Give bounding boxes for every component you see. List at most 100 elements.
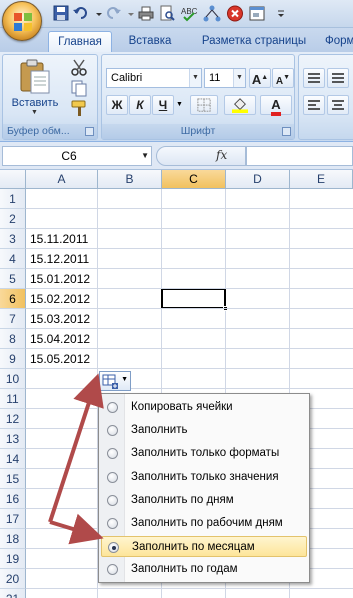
menu-item-4[interactable]: Заполнить только значения <box>101 467 307 488</box>
row-header-14[interactable]: 14 <box>0 449 26 469</box>
underline-button[interactable]: Ч <box>152 95 174 115</box>
grow-font-button[interactable]: A▲ <box>249 68 271 88</box>
row-header-5[interactable]: 5 <box>0 269 26 289</box>
menu-item-label: Заполнить по рабочим дням <box>131 517 283 529</box>
row-header-7[interactable]: 7 <box>0 309 26 329</box>
tab-insert[interactable]: Вставка <box>118 31 182 52</box>
grow-font-icon: A <box>251 72 262 87</box>
column-header-a[interactable]: A <box>26 170 98 189</box>
radio-icon <box>107 402 118 413</box>
cell-a8[interactable]: 15.04.2012 <box>27 329 90 349</box>
window-icon[interactable] <box>248 5 266 22</box>
borders-button[interactable] <box>190 95 218 115</box>
column-header-c[interactable]: C <box>162 170 226 189</box>
row-header-17[interactable]: 17 <box>0 509 26 529</box>
radio-icon <box>107 518 118 529</box>
row-header-4[interactable]: 4 <box>0 249 26 269</box>
name-box-value: C6 <box>61 149 77 163</box>
name-box[interactable]: C6 ▼ <box>2 146 152 166</box>
font-launcher-icon[interactable] <box>282 127 291 136</box>
cut-icon[interactable] <box>69 59 89 77</box>
row-header-11[interactable]: 11 <box>0 389 26 409</box>
print-preview-icon[interactable] <box>158 5 176 22</box>
row-header-16[interactable]: 16 <box>0 489 26 509</box>
menu-item-7[interactable]: Заполнить по месяцам <box>101 536 307 558</box>
tab-page-layout[interactable]: Разметка страницы <box>192 31 316 52</box>
shrink-font-button[interactable]: A▼ <box>272 68 294 88</box>
font-name-combo[interactable]: Calibri ▼ <box>106 68 202 88</box>
menu-item-5[interactable]: Заполнить по дням <box>101 490 307 511</box>
connections-icon[interactable] <box>203 5 221 22</box>
menu-item-label: Заполнить только значения <box>131 470 279 483</box>
row-header-13[interactable]: 13 <box>0 429 26 449</box>
cell-a3[interactable]: 15.11.2011 <box>27 229 88 249</box>
align-top-button[interactable] <box>303 68 325 88</box>
menu-item-3[interactable]: Заполнить только форматы <box>101 443 307 464</box>
menu-item-6[interactable]: Заполнить по рабочим дням <box>101 513 307 534</box>
active-cell-c6[interactable] <box>161 288 228 311</box>
copy-icon[interactable] <box>69 79 89 97</box>
customize-qat-icon[interactable] <box>272 5 284 22</box>
formula-input[interactable] <box>246 146 353 166</box>
cell-a4[interactable]: 15.12.2011 <box>27 249 89 269</box>
svg-text:ABC: ABC <box>181 7 198 16</box>
row-header-10[interactable]: 10 <box>0 369 26 389</box>
row-header-8[interactable]: 8 <box>0 329 26 349</box>
row-header-19[interactable]: 19 <box>0 549 26 569</box>
column-header-b[interactable]: B <box>98 170 162 189</box>
font-size-value: 11 <box>209 72 221 84</box>
undo-dropdown-icon[interactable] <box>90 5 102 22</box>
paste-button[interactable]: Вставить ▼ <box>9 59 61 117</box>
row-header-15[interactable]: 15 <box>0 469 26 489</box>
align-center-button[interactable] <box>327 95 349 115</box>
tab-home[interactable]: Главная <box>48 31 112 52</box>
autofill-options-button[interactable]: ▼ <box>99 371 131 391</box>
menu-item-2[interactable]: Заполнить <box>101 420 307 441</box>
autofill-options-menu: Копировать ячейки Заполнить Заполнить толь… <box>98 393 310 583</box>
row-header-20[interactable]: 20 <box>0 569 26 589</box>
formula-bar-splitter[interactable] <box>156 146 246 166</box>
row-header-12[interactable]: 12 <box>0 409 26 429</box>
ribbon: Вставить ▼ Буфер обм... Calibri ▼ 11 ▼ A… <box>0 52 353 142</box>
font-size-combo[interactable]: 11 ▼ <box>204 68 246 88</box>
insert-function-icon[interactable]: fx <box>216 148 227 162</box>
alignment-group <box>298 54 353 140</box>
align-middle-button[interactable] <box>327 68 349 88</box>
font-color-button[interactable]: A <box>260 95 292 116</box>
paste-label: Вставить <box>11 97 59 109</box>
row-header-1[interactable]: 1 <box>0 189 26 209</box>
menu-item-8[interactable]: Заполнить по годам <box>101 559 307 580</box>
row-header-3[interactable]: 3 <box>0 229 26 249</box>
stop-icon[interactable] <box>226 5 244 22</box>
redo-icon[interactable] <box>104 5 122 22</box>
undo-icon[interactable] <box>72 5 90 22</box>
column-header-d[interactable]: D <box>226 170 290 189</box>
align-left-button[interactable] <box>303 95 325 115</box>
column-header-e[interactable]: E <box>290 170 353 189</box>
save-icon[interactable] <box>52 5 70 22</box>
bold-button[interactable]: Ж <box>106 95 128 115</box>
tab-formulas[interactable]: Форм <box>325 31 353 52</box>
office-button[interactable] <box>2 1 42 41</box>
row-header-18[interactable]: 18 <box>0 529 26 549</box>
cell-a5[interactable]: 15.01.2012 <box>27 269 90 289</box>
select-all-corner[interactable] <box>0 170 26 189</box>
cell-a9[interactable]: 15.05.2012 <box>27 349 90 369</box>
row-header-2[interactable]: 2 <box>0 209 26 229</box>
format-painter-icon[interactable] <box>69 99 89 117</box>
cell-a6[interactable]: 15.02.2012 <box>27 289 90 309</box>
row-header-21[interactable]: 21 <box>0 589 26 598</box>
menu-item-1[interactable]: Копировать ячейки <box>101 397 307 418</box>
menu-item-label: Заполнить только форматы <box>131 447 280 460</box>
fill-color-button[interactable] <box>224 95 256 115</box>
clipboard-launcher-icon[interactable] <box>85 127 94 136</box>
redo-dropdown-icon[interactable] <box>122 5 134 22</box>
print-icon[interactable] <box>137 5 155 22</box>
italic-button[interactable]: К <box>129 95 151 115</box>
row-header-6[interactable]: 6 <box>0 289 26 309</box>
row-header-9[interactable]: 9 <box>0 349 26 369</box>
radio-icon <box>107 471 118 483</box>
cell-a7[interactable]: 15.03.2012 <box>27 309 90 329</box>
spelling-icon[interactable]: ABC <box>180 5 198 22</box>
underline-dropdown-icon[interactable]: ▼ <box>176 101 183 108</box>
